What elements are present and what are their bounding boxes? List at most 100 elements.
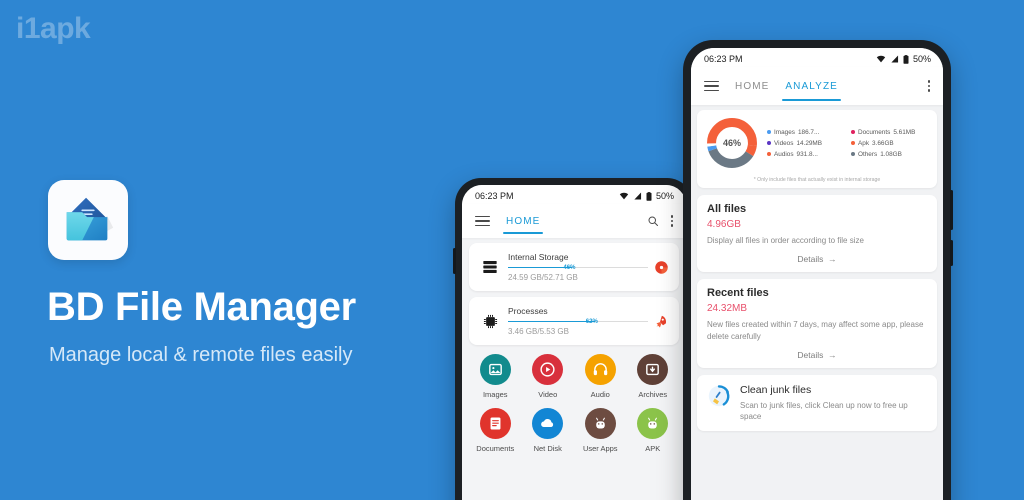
category-audio[interactable]: Audio — [574, 354, 627, 399]
legend-color-dot — [767, 152, 771, 156]
donut-center-label: 46% — [722, 138, 741, 148]
legend-label: Audios — [774, 150, 794, 158]
storage-row-internal[interactable]: Internal Storage 46% 24.59 GB/52.71 GB — [469, 243, 679, 291]
category-documents[interactable]: Documents — [469, 408, 522, 453]
wifi-icon — [876, 55, 886, 63]
legend-value: 186.7... — [797, 128, 820, 136]
android-icon — [637, 408, 669, 439]
phone-power-button — [950, 190, 953, 230]
section-size: 24.32MB — [707, 303, 748, 314]
category-net-disk[interactable]: Net Disk — [522, 408, 575, 453]
legend-value: 5.61MB — [893, 128, 916, 136]
legend-value: 3.66GB — [872, 139, 894, 147]
legend-item: Apk 3.66GB — [851, 140, 929, 147]
storage-detail: 3.46 GB/5.53 GB — [508, 327, 569, 336]
legend-item: Videos 14.29MB — [767, 140, 845, 147]
section-title: Recent files — [707, 287, 769, 299]
arrow-right-icon: → — [825, 254, 837, 264]
storage-title: Processes — [508, 306, 548, 316]
storage-progress-bar: 46% — [508, 264, 648, 271]
tab-bar: HOME ANALYZE — [735, 67, 841, 105]
category-grid: Images Video Audio Archives Documents Net Dis… — [469, 354, 679, 453]
pie-chart-icon[interactable] — [654, 260, 669, 275]
section-size: 4.96GB — [707, 219, 741, 230]
category-apk[interactable]: APK — [627, 408, 680, 453]
category-label: Net Disk — [533, 444, 562, 453]
wifi-icon — [619, 192, 629, 200]
legend-label: Apk — [858, 139, 870, 147]
hamburger-menu-icon[interactable] — [475, 215, 490, 227]
legend-label: Documents — [858, 128, 891, 136]
status-battery: 50% — [912, 54, 931, 64]
legend-color-dot — [767, 141, 771, 145]
phone-screen-home: 06:23 PM 50% HOME Internal Storage 46% 2… — [462, 185, 686, 500]
category-label: User Apps — [582, 444, 618, 453]
kebab-menu-icon[interactable] — [927, 80, 930, 92]
legend-item: Documents 5.61MB — [851, 129, 929, 136]
category-label: Images — [482, 390, 508, 399]
details-link[interactable]: Details → — [707, 254, 927, 264]
battery-icon — [646, 191, 652, 201]
category-video[interactable]: Video — [522, 354, 575, 399]
section-title: All files — [707, 203, 747, 215]
details-label: Details — [797, 254, 824, 264]
category-user-apps[interactable]: User Apps — [574, 408, 627, 453]
tab-home[interactable]: HOME — [502, 204, 544, 238]
chart-legend: Images 186.7... Documents 5.61MB Videos 14.29… — [767, 129, 929, 158]
status-time: 06:23 PM — [704, 54, 743, 64]
hamburger-menu-icon[interactable] — [704, 80, 719, 92]
category-archives[interactable]: Archives — [627, 354, 680, 399]
details-link[interactable]: Details → — [707, 350, 927, 360]
phone-volume-button — [453, 248, 456, 274]
storage-percent: 46% — [563, 264, 576, 271]
storage-detail: 24.59 GB/52.71 GB — [508, 273, 578, 282]
storage-breakdown-card: 46% Images 186.7... Documents 5.61MB Videos 1… — [697, 110, 937, 188]
status-battery: 50% — [655, 191, 674, 201]
folder-documents-icon — [66, 197, 114, 241]
cpu-chip-icon — [483, 314, 497, 328]
headphones-icon — [584, 354, 616, 385]
play-icon — [532, 354, 564, 385]
phone-volume-button — [950, 240, 953, 266]
phone-mockup-home: 06:23 PM 50% HOME Internal Storage 46% 2… — [453, 178, 693, 500]
legend-color-dot — [851, 152, 855, 156]
signal-icon — [634, 192, 642, 200]
legend-value: 1.08GB — [880, 150, 902, 158]
home-content: Internal Storage 46% 24.59 GB/52.71 GB P… — [462, 238, 686, 500]
android-icon — [584, 408, 616, 439]
signal-icon — [891, 55, 899, 63]
image-icon — [479, 354, 511, 385]
rocket-icon[interactable] — [654, 314, 669, 329]
legend-color-dot — [767, 130, 771, 134]
battery-icon — [903, 54, 909, 64]
storage-percent: 62% — [585, 318, 598, 325]
legend-value: 14.29MB — [796, 139, 823, 147]
storage-stack-icon — [483, 261, 497, 273]
category-label: Video — [538, 390, 558, 399]
category-label: Documents — [476, 444, 515, 453]
search-icon[interactable] — [647, 215, 659, 227]
section-description: Display all files in order according to … — [707, 236, 864, 245]
section-recent-files[interactable]: Recent files 24.32MB New files created w… — [697, 279, 937, 368]
section-clean-junk[interactable]: Clean junk files Scan to junk files, cli… — [697, 375, 937, 431]
category-images[interactable]: Images — [469, 354, 522, 399]
page-title: BD File Manager — [47, 285, 356, 329]
legend-item: Audios 931.8... — [767, 151, 845, 158]
legend-color-dot — [851, 141, 855, 145]
tab-home[interactable]: HOME — [735, 67, 769, 105]
section-description: New files created within 7 days, may aff… — [707, 320, 924, 341]
junk-description: Scan to junk files, click Clean up now t… — [740, 401, 908, 421]
section-all-files[interactable]: All files 4.96GB Display all files in or… — [697, 195, 937, 272]
kebab-menu-icon[interactable] — [670, 215, 673, 227]
legend-label: Videos — [774, 139, 794, 147]
chart-disclaimer: * Only include files that actually exist… — [753, 177, 881, 183]
category-label: APK — [645, 444, 661, 453]
phone-mockup-analyze: 06:23 PM 50% HOME ANALYZE 46% Images 186… — [683, 40, 953, 500]
tagline: Manage local & remote files easily — [49, 344, 353, 366]
watermark: i1apk — [16, 12, 91, 45]
status-bar: 06:23 PM 50% — [462, 185, 686, 204]
tab-analyze[interactable]: ANALYZE — [782, 67, 841, 105]
legend-item: Others 1.08GB — [851, 151, 929, 158]
storage-row-processes[interactable]: Processes 62% 3.46 GB/5.53 GB — [469, 297, 679, 345]
status-time: 06:23 PM — [475, 191, 514, 201]
